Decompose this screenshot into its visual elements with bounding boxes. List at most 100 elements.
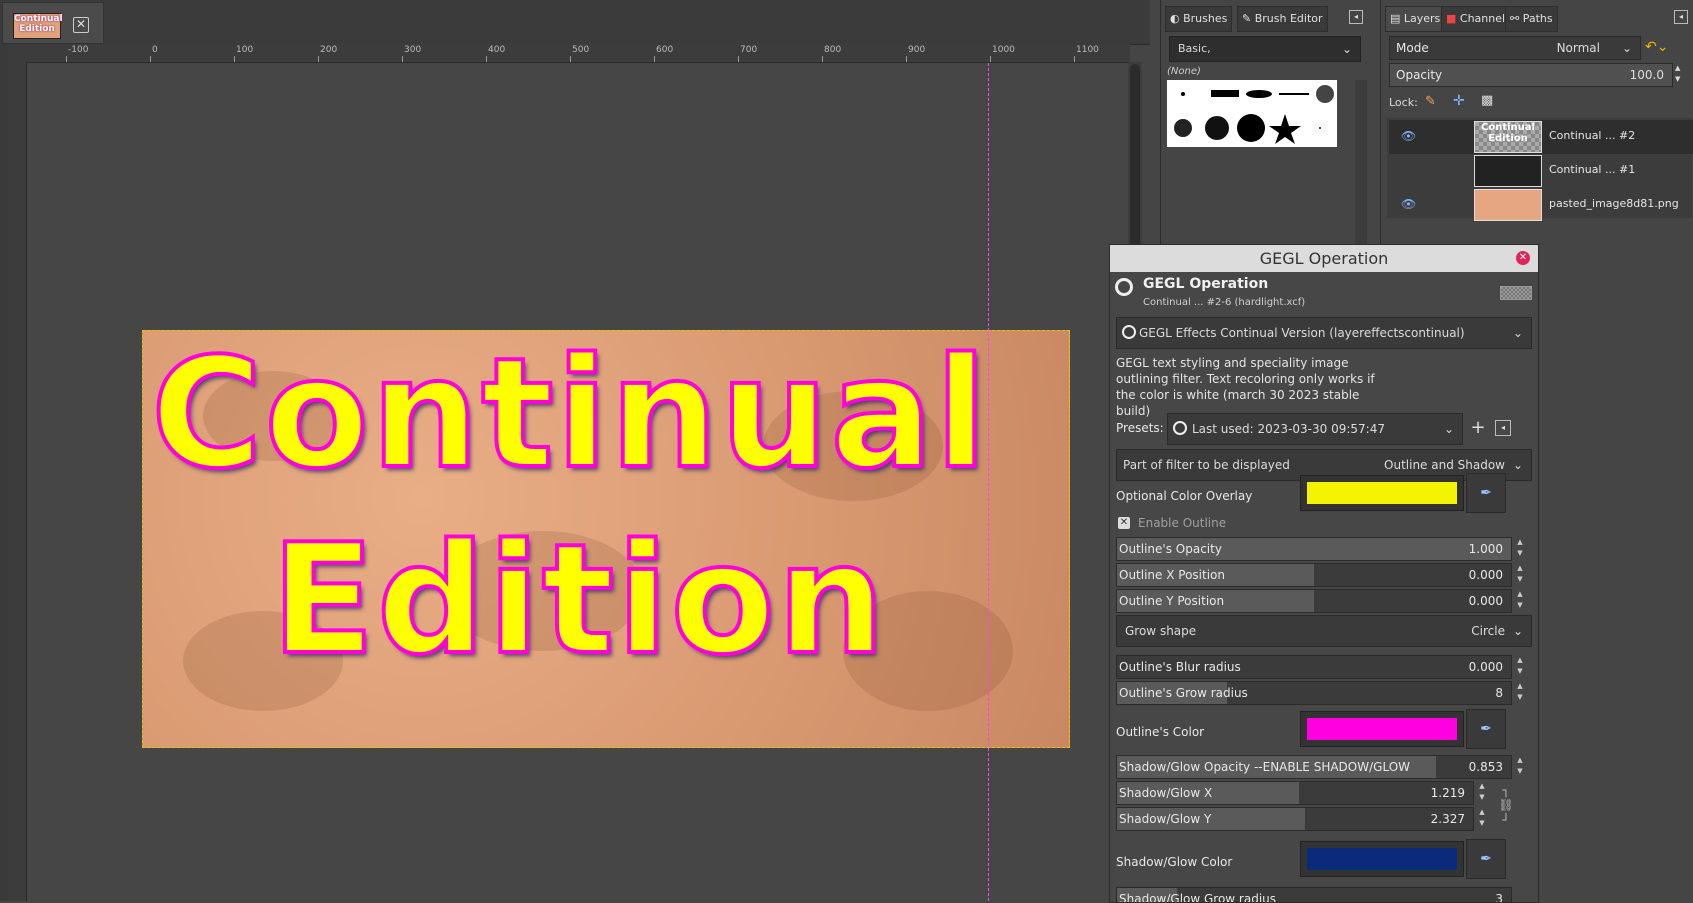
- dock-menu-icon[interactable]: ◂: [1674, 10, 1688, 24]
- shadow-opacity-slider[interactable]: Shadow/Glow Opacity --ENABLE SHADOW/GLOW…: [1116, 755, 1512, 779]
- slider-label: Outline's Blur radius: [1119, 660, 1241, 674]
- tab-brush-editor[interactable]: ✎ Brush Editor: [1237, 6, 1328, 32]
- ruler-label: 200: [320, 45, 338, 55]
- operation-description: GEGL text styling and speciality image o…: [1116, 356, 1375, 418]
- chevron-down-icon: ⌄: [1341, 42, 1352, 56]
- outline-opacity-spinner[interactable]: ▲ ▼: [1514, 537, 1526, 559]
- presets-select[interactable]: Last used: 2023-03-30 09:57:47 ⌄: [1167, 413, 1463, 445]
- ruler-tick: [570, 56, 571, 62]
- layer-preview-thumbnail: [1500, 286, 1532, 300]
- layer-item[interactable]: 👁 pasted_image8d81.png: [1389, 188, 1693, 222]
- brush-scrollbar[interactable]: [1355, 80, 1367, 250]
- grow-shape-select[interactable]: Grow shape Circle ⌄: [1116, 615, 1532, 647]
- brush-name-label: (None): [1167, 66, 1201, 77]
- slider-label: Outline's Opacity: [1119, 542, 1222, 556]
- image-tab-thumbnail: Continual Edition: [13, 13, 63, 39]
- gegl-logo-icon: [1122, 325, 1136, 339]
- dialog-titlebar[interactable]: GEGL Operation ✕: [1110, 245, 1538, 272]
- shadow-x-spinner[interactable]: ▲ ▼: [1476, 781, 1488, 803]
- outline-x-spinner[interactable]: ▲ ▼: [1514, 563, 1526, 585]
- reset-mode-icon[interactable]: ↶⌄: [1645, 36, 1685, 58]
- visibility-eye-icon[interactable]: 👁: [1401, 197, 1416, 211]
- lock-alpha-icon[interactable]: ▩: [1481, 93, 1493, 108]
- outline-y-slider[interactable]: Outline Y Position 0.000: [1116, 589, 1512, 613]
- layer-item[interactable]: 👁 Continual Edition Continual ... #2: [1389, 120, 1693, 154]
- outline-blur-spinner[interactable]: ▲ ▼: [1514, 655, 1526, 677]
- dock-menu-icon[interactable]: ◂: [1349, 10, 1363, 24]
- chevron-down-icon: ⌄: [1512, 624, 1523, 638]
- vertical-guide[interactable]: [988, 63, 989, 901]
- slider-value: 0.000: [1468, 660, 1503, 674]
- toolbox-edge: [0, 44, 8, 901]
- horizontal-ruler[interactable]: -100 0 100 200 300 400 500 600 700 800 900 1000 1100: [26, 44, 1130, 63]
- preset-menu-icon[interactable]: ◂: [1495, 420, 1511, 436]
- opacity-spinner[interactable]: ▲ ▼: [1675, 63, 1685, 85]
- presets-value: Last used: 2023-03-30 09:57:47: [1192, 422, 1385, 436]
- image-canvas[interactable]: Continual Edition: [142, 330, 1070, 748]
- outline-color-button[interactable]: [1300, 711, 1464, 747]
- layer-name: pasted_image8d81.png: [1549, 197, 1679, 210]
- visibility-eye-icon[interactable]: 👁: [1401, 129, 1416, 143]
- slider-label: Shadow/Glow Grow radius: [1119, 892, 1277, 903]
- tab-paths[interactable]: ⚯ Paths: [1505, 6, 1558, 32]
- enable-outline-checkbox[interactable]: ✕: [1118, 517, 1130, 529]
- shadow-y-spinner[interactable]: ▲ ▼: [1476, 807, 1488, 829]
- layer-item[interactable]: Continual ... #1: [1389, 154, 1693, 188]
- grow-shape-label: Grow shape: [1125, 624, 1197, 638]
- ruler-tick: [486, 56, 487, 62]
- gegl-operation-dialog: GEGL Operation ✕ GEGL Operation Continua…: [1109, 244, 1539, 903]
- image-tab[interactable]: Continual Edition ✕: [2, 2, 104, 44]
- ruler-tick: [990, 56, 991, 62]
- close-icon[interactable]: ✕: [1516, 251, 1530, 265]
- outline-blur-slider[interactable]: Outline's Blur radius 0.000: [1116, 655, 1512, 679]
- slider-label: Outline's Grow radius: [1119, 686, 1248, 700]
- canvas-text-line2: Edition: [269, 509, 888, 690]
- presets-label: Presets:: [1116, 421, 1164, 435]
- lock-position-icon[interactable]: ✛: [1453, 93, 1465, 109]
- operation-select[interactable]: GEGL Effects Continual Version (layereff…: [1116, 317, 1532, 349]
- ruler-label: -100: [68, 45, 89, 55]
- close-icon[interactable]: ✕: [73, 17, 89, 33]
- ruler-label: 0: [152, 45, 158, 55]
- ruler-corner-button[interactable]: [8, 44, 26, 62]
- outline-grow-slider[interactable]: Outline's Grow radius 8: [1116, 681, 1512, 705]
- mode-label: Mode: [1396, 41, 1429, 55]
- lock-label: Lock:: [1389, 96, 1418, 109]
- ruler-label: 700: [740, 45, 758, 55]
- shadow-opacity-spinner[interactable]: ▲ ▼: [1514, 755, 1526, 777]
- canvas-text-line1: Continual: [149, 330, 990, 504]
- add-preset-icon[interactable]: +: [1467, 417, 1489, 439]
- vertical-ruler[interactable]: [8, 62, 27, 901]
- brush-preset-value: Basic,: [1178, 42, 1211, 55]
- layer-opacity-slider[interactable]: Opacity 100.0: [1389, 63, 1673, 87]
- tab-layers[interactable]: ▤ Layers: [1385, 6, 1446, 32]
- lock-pixels-icon[interactable]: ✎: [1425, 94, 1436, 109]
- slider-label: Shadow/Glow Opacity --ENABLE SHADOW/GLOW: [1119, 760, 1411, 774]
- eyedropper-icon[interactable]: ✒: [1466, 839, 1506, 879]
- shadow-x-slider[interactable]: Shadow/Glow X 1.219: [1116, 781, 1474, 805]
- color-overlay-button[interactable]: [1300, 475, 1464, 511]
- brush-icon: ◐: [1170, 12, 1184, 25]
- slider-value: 1.000: [1468, 542, 1503, 556]
- brush-preset-select[interactable]: Basic, ⌄: [1169, 36, 1361, 62]
- shadow-color-button[interactable]: [1300, 841, 1464, 877]
- outline-x-slider[interactable]: Outline X Position 0.000: [1116, 563, 1512, 587]
- outline-color-label: Outline's Color: [1116, 725, 1205, 739]
- tab-brushes[interactable]: ◐ Brushes: [1165, 6, 1233, 32]
- eyedropper-icon[interactable]: ✒: [1466, 709, 1506, 749]
- brush-grid[interactable]: [1167, 80, 1337, 147]
- outline-opacity-slider[interactable]: Outline's Opacity 1.000: [1116, 537, 1512, 561]
- outline-y-spinner[interactable]: ▲ ▼: [1514, 589, 1526, 611]
- layer-mode-select[interactable]: Mode Normal ⌄: [1389, 36, 1641, 60]
- eyedropper-icon[interactable]: ✒: [1466, 473, 1506, 513]
- brush-thumbnails[interactable]: [1167, 80, 1337, 147]
- ruler-label: 600: [656, 45, 674, 55]
- ruler-label: 100: [236, 45, 254, 55]
- opacity-value: 100.0: [1629, 68, 1664, 82]
- tab-layers-label: Layers: [1403, 12, 1441, 25]
- operation-value: GEGL Effects Continual Version (layereff…: [1139, 326, 1465, 340]
- gegl-logo-icon: [1173, 421, 1187, 435]
- outline-grow-spinner[interactable]: ▲ ▼: [1514, 681, 1526, 703]
- shadow-y-slider[interactable]: Shadow/Glow Y 2.327: [1116, 807, 1474, 831]
- chain-link-icon[interactable]: ┐ ⛓ ┘: [1498, 783, 1514, 829]
